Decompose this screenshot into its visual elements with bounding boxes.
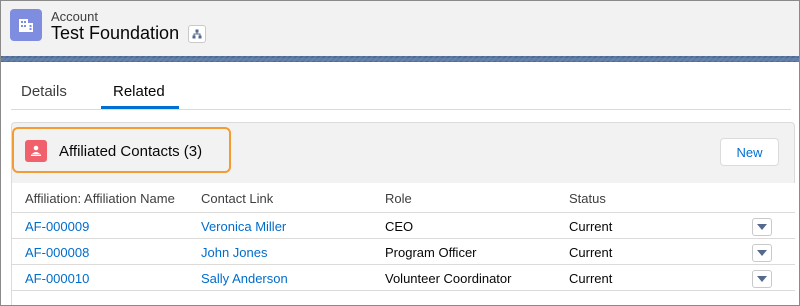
header-pattern-overlay <box>1 58 799 61</box>
contact-link[interactable]: Sally Anderson <box>201 271 288 286</box>
object-type-label: Account <box>51 9 98 24</box>
column-header-affiliation-name[interactable]: Affiliation: Affiliation Name <box>25 191 175 206</box>
chevron-down-icon <box>757 224 767 230</box>
role-cell: Program Officer <box>385 245 477 260</box>
account-icon <box>10 9 42 41</box>
row-divider <box>12 212 795 213</box>
chevron-down-icon <box>757 250 767 256</box>
role-cell: Volunteer Coordinator <box>385 271 512 286</box>
contact-link[interactable]: John Jones <box>201 245 268 260</box>
chevron-down-icon <box>757 276 767 282</box>
hierarchy-icon <box>192 29 202 39</box>
row-divider <box>12 290 795 291</box>
affiliation-name-link[interactable]: AF-000010 <box>25 271 89 286</box>
row-divider <box>12 238 795 239</box>
new-button[interactable]: New <box>720 138 779 166</box>
record-page: Account Test Foundation Details Related … <box>0 0 800 306</box>
row-actions-button[interactable] <box>752 244 772 262</box>
affiliation-name-link[interactable]: AF-000008 <box>25 245 89 260</box>
row-divider <box>12 264 795 265</box>
role-cell: CEO <box>385 219 414 234</box>
status-cell: Current <box>569 271 613 286</box>
tab-divider <box>11 109 791 110</box>
record-title: Test Foundation <box>51 23 180 43</box>
column-header-role[interactable]: Role <box>385 191 412 206</box>
contact-link[interactable]: Veronica Miller <box>201 219 286 234</box>
affiliation-name-link[interactable]: AF-000009 <box>25 219 89 234</box>
highlight-box <box>12 127 231 173</box>
row-actions-button[interactable] <box>752 218 772 236</box>
tab-related[interactable]: Related <box>113 83 165 100</box>
status-cell: Current <box>569 219 613 234</box>
column-header-contact-link[interactable]: Contact Link <box>201 191 273 206</box>
row-actions-button[interactable] <box>752 270 772 288</box>
column-header-status[interactable]: Status <box>569 191 606 206</box>
status-cell: Current <box>569 245 613 260</box>
tab-details[interactable]: Details <box>21 83 67 100</box>
view-hierarchy-button[interactable] <box>188 25 206 43</box>
